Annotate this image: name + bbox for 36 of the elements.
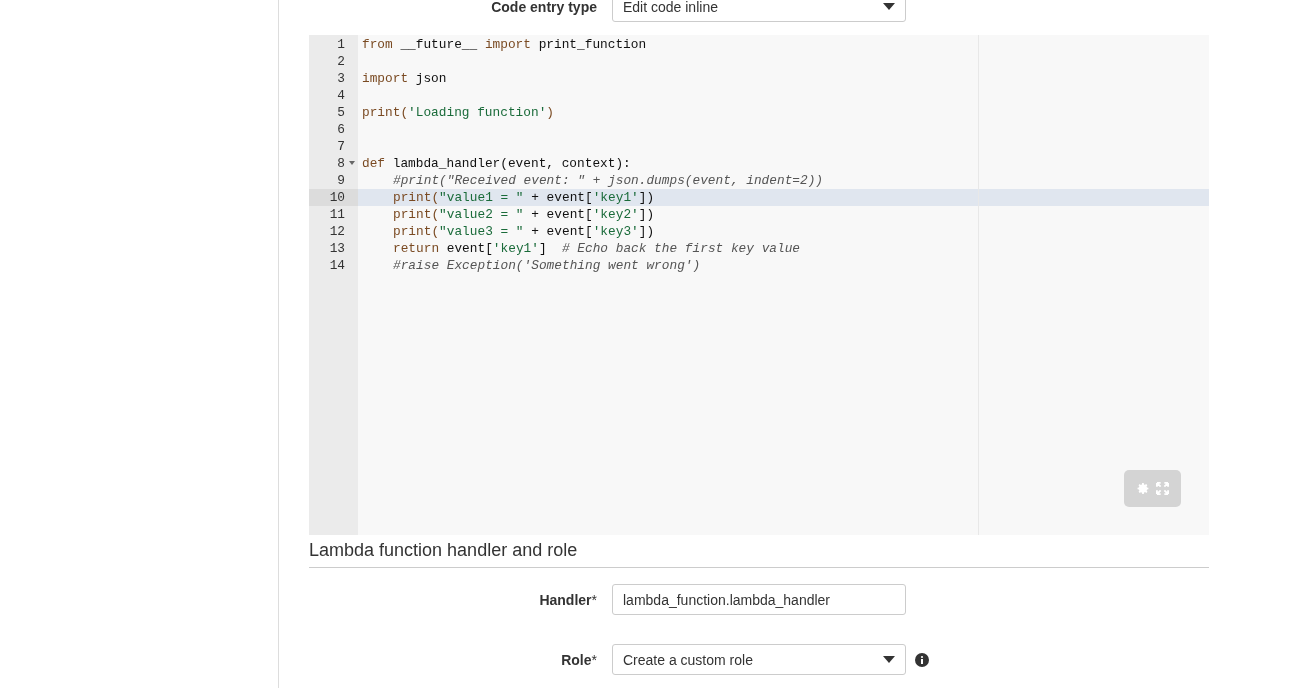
line-number: 14 bbox=[328, 257, 346, 274]
code-line: #raise Exception('Something went wrong') bbox=[392, 257, 702, 274]
field-label: Handler* bbox=[538, 591, 597, 608]
line-number: 1 bbox=[336, 36, 346, 53]
handler-input-field[interactable]: lambda_function.lambda_handler bbox=[612, 584, 906, 615]
line-number: 8 bbox=[309, 155, 358, 172]
line-number: 7 bbox=[336, 138, 346, 155]
line-number: 6 bbox=[336, 121, 346, 138]
line-number: 12 bbox=[328, 223, 346, 240]
line-number: 11 bbox=[328, 206, 346, 223]
line-number: 13 bbox=[328, 240, 346, 257]
fold-arrow-icon[interactable] bbox=[349, 161, 355, 165]
code-line: print("value3 = " + event['key3']) bbox=[392, 223, 656, 240]
line-number: 9 bbox=[336, 172, 346, 189]
field-label: Role* bbox=[560, 651, 597, 668]
code-line: #print("Received event: " + json.dumps(event, indent=2)) bbox=[392, 172, 825, 189]
code-line: print("value2 = " + event['key2']) bbox=[392, 206, 656, 223]
line-number: 4 bbox=[336, 87, 346, 104]
settings-icon[interactable] bbox=[1136, 482, 1150, 495]
caret-icon bbox=[883, 656, 895, 663]
line-number: 5 bbox=[336, 104, 346, 121]
code-line: import json bbox=[361, 70, 448, 87]
role-select[interactable]: Create a custom role bbox=[612, 644, 906, 675]
field-label: Code entry type bbox=[490, 0, 597, 15]
section-title: Lambda function handler and role bbox=[309, 540, 1209, 568]
caret-icon bbox=[883, 3, 895, 10]
line-number: 2 bbox=[336, 53, 346, 70]
code-line: return event['key1'] # Echo back the first key value bbox=[392, 240, 802, 257]
fullscreen-icon[interactable] bbox=[1155, 482, 1169, 495]
line-number: 10 bbox=[309, 189, 358, 206]
code-line: print('Loading function') bbox=[361, 104, 555, 121]
code-line: from __future__ import print_function bbox=[361, 36, 648, 53]
code-entry-select[interactable]: Edit code inline bbox=[612, 0, 906, 22]
line-number: 3 bbox=[336, 70, 346, 87]
code-line: def lambda_handler(event, context): bbox=[361, 155, 632, 172]
info-icon[interactable] bbox=[915, 652, 929, 667]
